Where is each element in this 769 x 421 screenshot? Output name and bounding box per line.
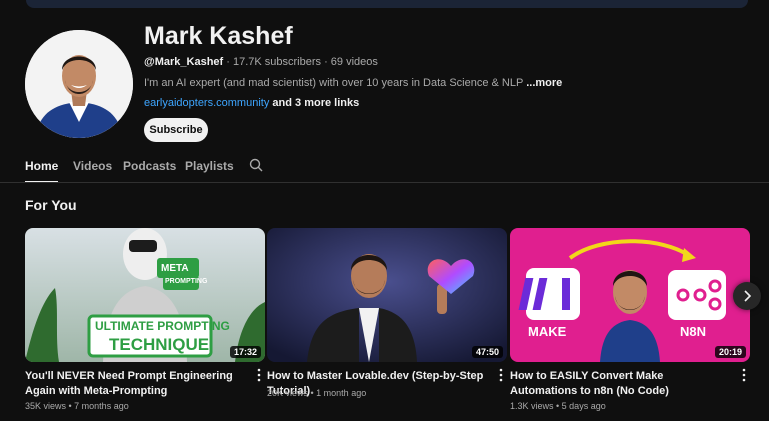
channel-stats: · 17.7K subscribers · 69 videos	[223, 56, 378, 68]
more-vert-icon[interactable]	[741, 368, 747, 382]
video-meta: 1.3K views • 5 days ago	[510, 401, 606, 411]
thumbnail-text-prompting: PROMPTING	[165, 278, 208, 285]
thumbnail-text-make: MAKE	[528, 324, 567, 339]
video-thumbnail[interactable]: 47:50	[267, 228, 507, 362]
video-duration: 20:19	[714, 346, 746, 358]
channel-link[interactable]: earlyaidopters.community	[144, 97, 269, 109]
thumbnail-image	[510, 228, 750, 362]
thumbnail-text-n8n: N8N	[680, 324, 707, 339]
avatar-portrait	[25, 30, 133, 138]
video-card[interactable]: 47:50 How to Master Lovable.dev (Step-by…	[267, 228, 507, 398]
thumbnail-text-technique: TECHNIQUE	[109, 335, 210, 354]
subscribe-button[interactable]: Subscribe	[144, 118, 208, 142]
search-icon[interactable]	[249, 158, 263, 172]
video-card[interactable]: MAKE N8N 20:19 How to EASILY Convert Mak…	[510, 228, 750, 411]
video-title[interactable]: How to EASILY Convert Make Automations t…	[510, 369, 730, 399]
video-title[interactable]: You'll NEVER Need Prompt Engineering Aga…	[25, 369, 245, 399]
channel-handle: @Mark_Kashef	[144, 56, 224, 68]
video-thumbnail[interactable]: META PROMPTING ULTIMATE PROMPTING TECHNI…	[25, 228, 265, 362]
thumbnail-text-meta: META	[161, 263, 189, 274]
channel-avatar[interactable]	[25, 30, 133, 138]
video-duration: 17:32	[229, 346, 261, 358]
carousel-next-button[interactable]	[733, 282, 761, 310]
video-meta: 20K views • 1 month ago	[267, 388, 367, 398]
chevron-right-icon	[744, 290, 752, 302]
section-title: For You	[25, 197, 77, 213]
description-more-link[interactable]: ...more	[526, 77, 562, 89]
banner-image	[26, 0, 748, 8]
channel-meta: @Mark_Kashef · 17.7K subscribers · 69 vi…	[144, 56, 378, 68]
tab-videos[interactable]: Videos	[73, 159, 112, 181]
more-links[interactable]: and 3 more links	[272, 97, 359, 109]
channel-name: Mark Kashef	[144, 22, 293, 50]
video-card[interactable]: META PROMPTING ULTIMATE PROMPTING TECHNI…	[25, 228, 265, 411]
tab-podcasts[interactable]: Podcasts	[123, 159, 176, 181]
tabs-divider	[0, 182, 769, 183]
channel-links: earlyaidopters.community and 3 more link…	[144, 97, 359, 109]
video-thumbnail[interactable]: MAKE N8N 20:19	[510, 228, 750, 362]
video-meta: 35K views • 7 months ago	[25, 401, 129, 411]
channel-description: I'm an AI expert (and mad scientist) wit…	[144, 77, 524, 89]
more-vert-icon[interactable]	[498, 368, 504, 382]
more-vert-icon[interactable]	[256, 368, 262, 382]
tab-playlists[interactable]: Playlists	[185, 159, 234, 181]
thumbnail-text-ultimate: ULTIMATE PROMPTING	[95, 319, 230, 333]
channel-description-row[interactable]: I'm an AI expert (and mad scientist) wit…	[144, 77, 562, 89]
video-duration: 47:50	[471, 346, 503, 358]
thumbnail-image	[267, 228, 507, 362]
tab-home[interactable]: Home	[25, 159, 59, 183]
